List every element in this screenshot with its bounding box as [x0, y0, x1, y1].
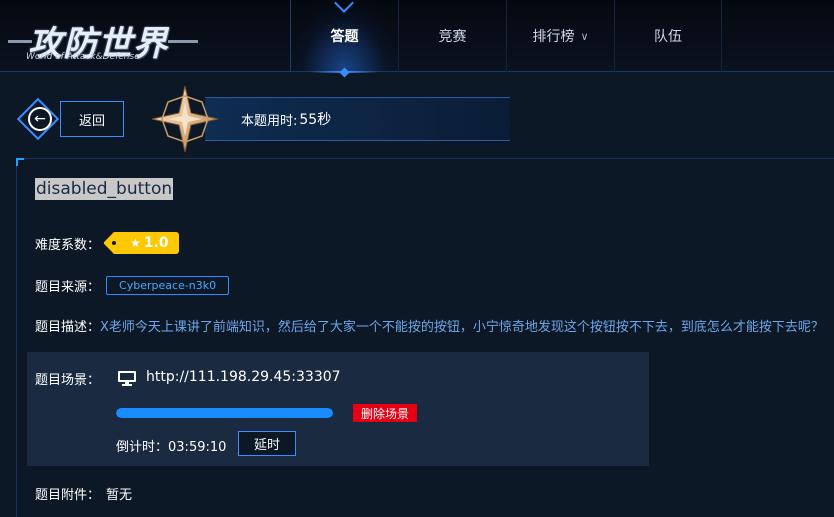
nav-item-team[interactable]: 队伍	[614, 0, 722, 72]
difficulty-value: 1.0	[143, 235, 169, 251]
scene-url-link[interactable]: http://111.198.29.45:33307	[146, 369, 341, 385]
arrow-left-icon: ←	[28, 107, 52, 131]
nav-item-ranking[interactable]: 排行榜 ∨	[506, 0, 614, 72]
attachment-value: 暂无	[106, 488, 133, 503]
source-row: 题目来源： Cyberpeace-n3k0	[35, 276, 230, 295]
back-button-label: 返回	[60, 101, 124, 137]
nav-item-label: 答题	[330, 29, 359, 45]
time-used-bar: 本题用时: 55秒	[205, 97, 510, 141]
scene-progress-bar	[116, 408, 333, 418]
nav-item-label: 竞赛	[438, 29, 467, 45]
panel-corner-accent	[16, 158, 24, 166]
description-label: 题目描述：	[35, 319, 101, 335]
logo-subtitle: World of Attack&Defense	[26, 52, 140, 62]
description-text: X老师今天上课讲了前端知识，然后给了大家一个不能按的按钮，小宁惊奇地发现这个按钮…	[100, 319, 824, 335]
source-label: 题目来源：	[35, 280, 101, 295]
nav-item-answer[interactable]: 答题	[290, 0, 398, 78]
difficulty-row: 难度系数： ★ 1.0	[35, 232, 179, 254]
description-row: 题目描述： X老师今天上课讲了前端知识，然后给了大家一个不能按的按钮，小宁惊奇地…	[35, 316, 824, 335]
attachment-label: 题目附件：	[35, 488, 101, 503]
time-used-label: 本题用时:	[241, 113, 298, 129]
back-button[interactable]: ← 返回	[16, 97, 124, 141]
compass-star-icon	[151, 85, 219, 153]
nav-item-competition[interactable]: 竞赛	[398, 0, 506, 72]
nav-item-label: 队伍	[654, 29, 682, 45]
star-icon: ★	[130, 236, 141, 250]
time-used-value: 55秒	[299, 112, 332, 128]
chevron-down-icon: ∨	[580, 29, 589, 43]
countdown-value: 03:59:10	[168, 440, 227, 455]
source-tag[interactable]: Cyberpeace-n3k0	[106, 276, 230, 295]
countdown: 倒计时：03:59:10	[116, 436, 226, 455]
scene-progress-fill	[116, 408, 333, 418]
countdown-label: 倒计时：	[116, 440, 169, 455]
delete-scene-button[interactable]: 删除场景	[353, 404, 418, 422]
logo-right-bar	[168, 40, 198, 43]
delay-button[interactable]: 延时	[238, 431, 296, 456]
active-indicator-diamond-icon	[339, 67, 350, 78]
site-logo[interactable]: 攻防世界 World of Attack&Defense	[8, 12, 198, 64]
attachment-row: 题目附件： 暂无	[35, 484, 132, 503]
main-nav: 答题 竞赛 排行榜 ∨ 队伍	[290, 0, 722, 78]
challenge-title: disabled_button	[35, 178, 174, 200]
nav-item-label: 排行榜	[532, 29, 575, 45]
scene-label: 题目场景：	[35, 373, 101, 388]
scene-box: 题目场景： http://111.198.29.45:33307 删除场景 倒计…	[27, 352, 649, 466]
monitor-icon	[118, 371, 136, 386]
difficulty-badge: ★ 1.0	[112, 232, 179, 254]
difficulty-label: 难度系数：	[35, 237, 101, 253]
top-header: 攻防世界 World of Attack&Defense 答题 竞赛 排行榜 ∨…	[0, 0, 834, 78]
active-indicator-chevron-icon	[334, 0, 354, 13]
